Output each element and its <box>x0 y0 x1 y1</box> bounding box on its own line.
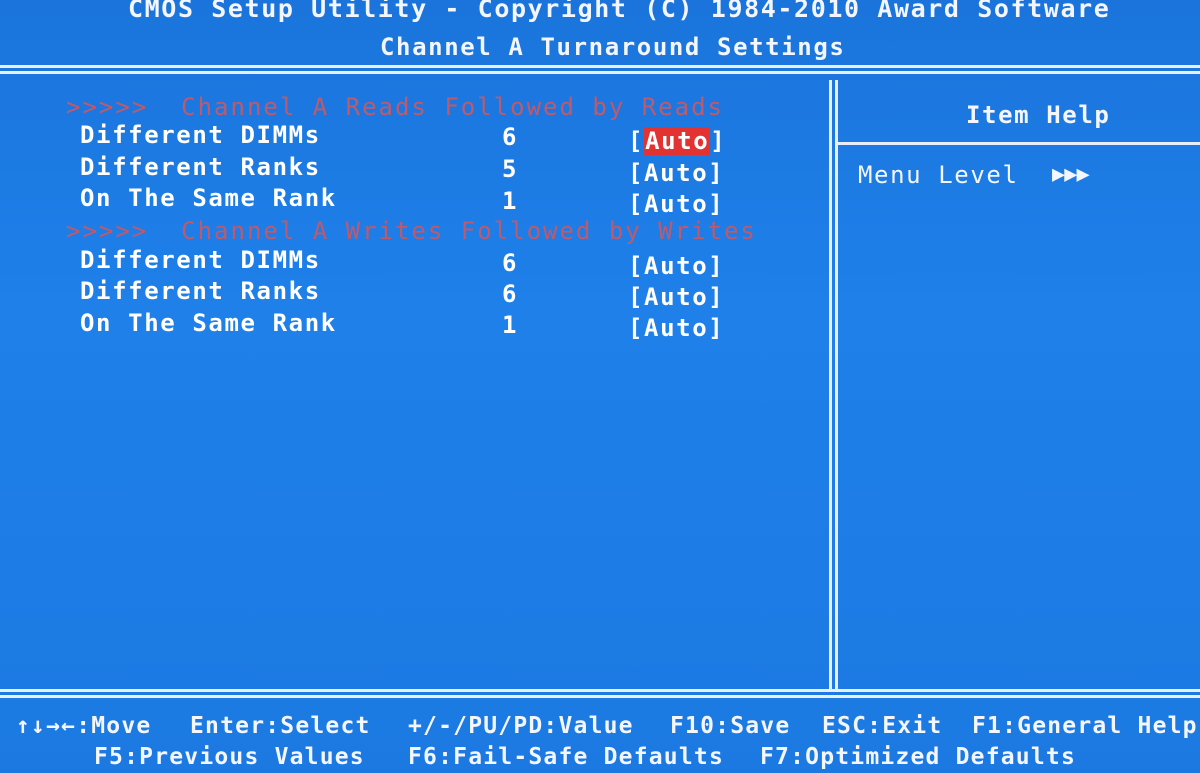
setting-value: 6 <box>502 280 519 308</box>
setting-label: Different Ranks <box>80 277 321 305</box>
header-divider-top <box>0 65 1200 68</box>
setting-value: 6 <box>502 123 519 151</box>
menu-level-arrows-icon: ▶▶▶ <box>1052 162 1090 187</box>
setting-value: 1 <box>502 187 519 215</box>
setting-option-writes-different-ranks[interactable]: [Auto] <box>628 282 724 312</box>
selected-option-highlight[interactable]: Auto <box>644 127 711 155</box>
section-heading-reads: >>>>> Channel A Reads Followed by Reads <box>66 93 724 121</box>
setting-value: 5 <box>502 155 519 183</box>
panel-divider-inner <box>835 80 838 690</box>
setting-label: On The Same Rank <box>80 309 337 337</box>
setting-option-reads-same-rank[interactable]: [Auto] <box>628 189 724 219</box>
footer-key-general-help: F1:General Help <box>972 713 1198 739</box>
footer-key-value: +/-/PU/PD:Value <box>408 713 634 739</box>
menu-level-label: Menu Level <box>858 161 1019 189</box>
footer-key-move: ↑↓→←:Move <box>16 713 152 739</box>
setting-label: Different DIMMs <box>80 246 321 274</box>
footer-key-select: Enter:Select <box>190 713 371 739</box>
footer-key-exit: ESC:Exit <box>822 713 943 739</box>
footer-key-optimized-defaults: F7:Optimized Defaults <box>760 744 1076 770</box>
footer-key-previous-values: F5:Previous Values <box>94 744 365 770</box>
setting-label: Different Ranks <box>80 153 321 181</box>
setting-value: 6 <box>502 249 519 277</box>
page-title: Channel A Turnaround Settings <box>380 33 846 61</box>
setting-label: Different DIMMs <box>80 121 321 149</box>
setting-option-writes-different-dimms[interactable]: [Auto] <box>628 251 724 281</box>
panel-divider <box>829 80 832 690</box>
setting-value: 1 <box>502 311 519 339</box>
footer-divider-inner <box>0 695 1200 698</box>
section-heading-writes: >>>>> Channel A Writes Followed by Write… <box>66 217 757 245</box>
footer-key-save: F10:Save <box>670 713 791 739</box>
item-help-title: Item Help <box>966 101 1111 129</box>
help-title-divider <box>838 142 1200 145</box>
setting-label: On The Same Rank <box>80 184 337 212</box>
setting-option-reads-different-dimms[interactable]: [Auto] <box>628 126 726 156</box>
bios-screen: CMOS Setup Utility - Copyright (C) 1984-… <box>0 0 1200 773</box>
setting-option-reads-different-ranks[interactable]: [Auto] <box>628 158 724 188</box>
setting-option-writes-same-rank[interactable]: [Auto] <box>628 313 724 343</box>
header-divider-bottom <box>0 71 1200 74</box>
footer-divider <box>0 689 1200 692</box>
footer-key-fail-safe-defaults: F6:Fail-Safe Defaults <box>408 744 724 770</box>
header-title: CMOS Setup Utility - Copyright (C) 1984-… <box>128 0 1111 23</box>
